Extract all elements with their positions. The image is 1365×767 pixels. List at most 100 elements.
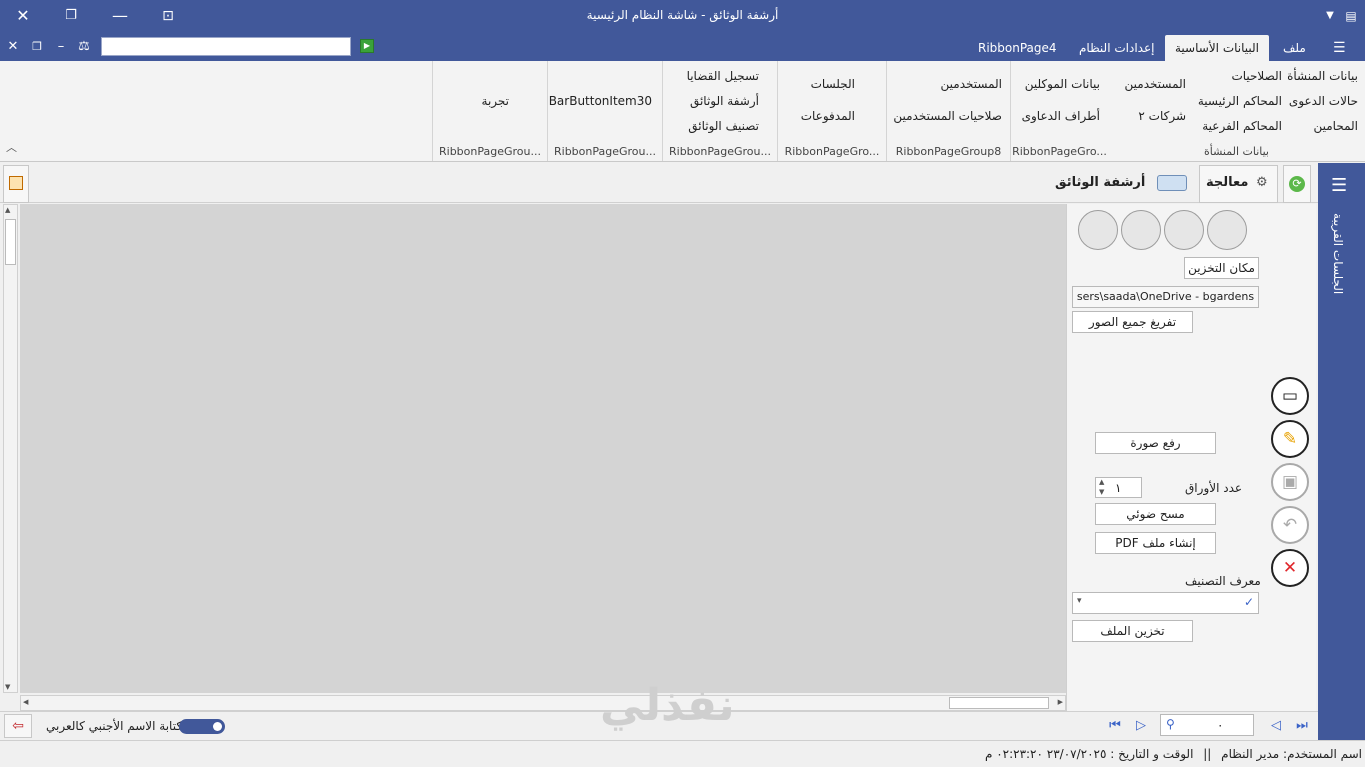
ribbon-item[interactable]: الصلاحيات xyxy=(1231,69,1282,83)
datetime-label: الوقت و التاريخ : xyxy=(1110,747,1194,761)
classification-select[interactable]: ▾ ✓ xyxy=(1072,592,1259,614)
ribbon-item[interactable]: تصنيف الوثائق xyxy=(688,119,759,133)
tab-file[interactable]: ملف xyxy=(1273,35,1316,61)
title-bar: ✕ ❐ — ⊡ أرشفة الوثائق - شاشة النظام الرئ… xyxy=(0,0,1365,32)
tab-archive[interactable]: أرشفة الوثائق xyxy=(1055,175,1145,190)
pages-count-label: عدد الأوراق xyxy=(1185,481,1243,495)
scanner-icon xyxy=(1157,175,1187,191)
separator: || xyxy=(1203,747,1212,761)
ribbon-group-cases: تسجيل القضايا أرشفة الوثائق تصنيف الوثائ… xyxy=(662,61,777,161)
last-page-icon[interactable]: ⏭ xyxy=(1292,716,1312,736)
report-button[interactable] xyxy=(3,165,29,203)
play-icon[interactable]: ▶ xyxy=(360,39,374,53)
clear-images-button[interactable]: تفريغ جميع الصور xyxy=(1072,311,1193,333)
ribbon-item[interactable]: المستخدمين xyxy=(941,77,1002,91)
ribbon-item[interactable]: BarButtonItem30 xyxy=(549,94,652,108)
user-label: اسم المستخدم: xyxy=(1283,747,1362,761)
ribbon-item[interactable]: بيانات المنشأة xyxy=(1287,69,1358,83)
scroll-down-icon[interactable]: ▼ xyxy=(5,683,10,691)
status-bar: اسم المستخدم: مدير النظام || الوقت و الت… xyxy=(0,740,1365,767)
ribbon-group-label: RibbonPageGrou... xyxy=(439,145,541,158)
stepper-down-icon[interactable]: ▼ xyxy=(1099,488,1104,496)
ribbon-group-sessions: الجلسات المدفوعات RibbonPageGro... xyxy=(777,61,886,161)
app-menu-icon[interactable]: ☰ xyxy=(1333,40,1346,56)
ribbon-group-company: بيانات المنشأة حالات الدعوى المحامين الص… xyxy=(1108,61,1365,161)
create-pdf-button[interactable]: إنشاء ملف PDF xyxy=(1095,532,1216,554)
save-file-button[interactable]: تخزين الملف xyxy=(1072,620,1193,642)
refresh-button[interactable]: ⟳ xyxy=(1283,165,1311,203)
sidebar-item-upcoming-sessions[interactable]: الجلسات القريبة xyxy=(1331,213,1345,294)
ribbon-item[interactable]: المحامين xyxy=(1313,119,1358,133)
ribbon-group-label: RibbonPageGro... xyxy=(1012,145,1107,158)
minimize-icon[interactable]: – xyxy=(52,38,70,56)
undo-icon[interactable]: ↶ xyxy=(1271,506,1309,544)
ribbon-group-label: RibbonPageGroup8 xyxy=(895,145,1002,158)
tab-system-settings[interactable]: إعدادات النظام xyxy=(1069,35,1164,61)
ribbon-item[interactable]: بيانات الموكلين xyxy=(1025,77,1100,91)
previous-page-icon[interactable]: ◁ xyxy=(1266,716,1286,736)
horizontal-scrollbar[interactable]: ◀ ▶ xyxy=(20,695,1066,711)
ribbon-item[interactable]: المستخدمين xyxy=(1125,77,1186,91)
close-icon[interactable]: ✕ xyxy=(4,38,22,56)
tab-ribbonpage4[interactable]: RibbonPage4 xyxy=(968,35,1067,61)
status-text: اسم المستخدم: مدير النظام || الوقت و الت… xyxy=(985,747,1362,761)
gears-icon: ⚙ xyxy=(1256,175,1268,190)
storage-path-field[interactable]: sers\saada\OneDrive - bgardens xyxy=(1072,286,1259,308)
scales-icon[interactable]: ⚖ xyxy=(75,38,93,56)
pages-count-stepper[interactable]: ▲ ▼ ١ xyxy=(1095,477,1142,498)
scroll-right-icon[interactable]: ▶ xyxy=(1058,698,1063,706)
scroll-thumb[interactable] xyxy=(5,219,16,265)
user-value: مدير النظام xyxy=(1221,747,1280,761)
ribbon-item[interactable]: تجربة xyxy=(482,94,509,108)
ribbon-item[interactable]: أرشفة الوثائق xyxy=(690,94,759,108)
search-input[interactable] xyxy=(101,37,351,56)
archive-panel: مكان التخزين sers\saada\OneDrive - bgard… xyxy=(1066,204,1316,711)
ribbon-item[interactable]: المدفوعات xyxy=(801,109,855,123)
gimp-icon[interactable] xyxy=(1164,210,1204,250)
ribbon-panel: بيانات المنشأة حالات الدعوى المحامين الص… xyxy=(0,61,1365,162)
gimp-icon[interactable] xyxy=(1078,210,1118,250)
restore-icon[interactable]: ❐ xyxy=(28,38,46,56)
vertical-scrollbar[interactable]: ▲ ▼ xyxy=(3,204,18,693)
scan-button[interactable]: مسح ضوئي xyxy=(1095,503,1216,525)
refresh-icon: ⟳ xyxy=(1289,176,1305,192)
search-icon: ⚲ xyxy=(1166,717,1175,731)
pencil-icon[interactable]: ✎ xyxy=(1271,420,1309,458)
ribbon-item[interactable]: صلاحيات المستخدمين xyxy=(893,109,1002,123)
next-page-icon[interactable]: ▷ xyxy=(1131,716,1151,736)
ribbon-item[interactable]: الجلسات xyxy=(811,77,855,91)
ribbon-item[interactable]: المحاكم الرئيسية xyxy=(1198,94,1282,108)
collapse-ribbon-icon[interactable]: ︿ xyxy=(6,139,17,155)
first-page-icon[interactable]: ⏮ xyxy=(1105,716,1125,736)
ribbon-group-test: تجربة RibbonPageGrou... xyxy=(432,61,547,161)
ribbon-group-label: RibbonPageGro... xyxy=(784,145,880,158)
classification-label: معرف التصنيف xyxy=(1185,574,1261,588)
scanner-icon[interactable]: ▭ xyxy=(1271,377,1309,415)
gimp-icon[interactable] xyxy=(1121,210,1161,250)
scroll-up-icon[interactable]: ▲ xyxy=(5,206,10,214)
ribbon-item[interactable]: حالات الدعوى xyxy=(1289,94,1358,108)
scroll-left-icon[interactable]: ◀ xyxy=(23,698,28,706)
gimp-icon[interactable] xyxy=(1207,210,1247,250)
ribbon-item[interactable]: أطراف الدعاوى xyxy=(1022,109,1100,123)
storage-location-button[interactable]: مكان التخزين xyxy=(1184,257,1259,279)
report-icon xyxy=(9,176,23,190)
datetime-value: ٢٣/٠٧/٢٠٢٥ ٠٢:٢٣:٢٠ م xyxy=(984,747,1107,761)
image-canvas[interactable] xyxy=(20,204,1066,693)
ribbon-item[interactable]: المحاكم الفرعية xyxy=(1202,119,1282,133)
stepper-up-icon[interactable]: ▲ xyxy=(1099,478,1104,486)
ribbon-item[interactable]: شركات ٢ xyxy=(1138,109,1186,123)
hamburger-icon[interactable]: ☰ xyxy=(1331,175,1347,196)
ribbon-item[interactable]: تسجيل القضايا xyxy=(687,69,759,83)
ribbon-group-bar: BarButtonItem30 RibbonPageGrou... xyxy=(547,61,662,161)
cancel-icon[interactable]: ✕ xyxy=(1271,549,1309,587)
arabic-name-toggle[interactable] xyxy=(179,719,225,734)
tab-processing[interactable]: معالجة ⚙ xyxy=(1199,165,1278,203)
page-search-field[interactable]: ⚲ ٠ xyxy=(1160,714,1254,736)
exit-icon[interactable]: ⇦ xyxy=(4,714,32,738)
customize-icon[interactable]: ▤ xyxy=(1336,1,1365,31)
upload-image-button[interactable]: رفع صورة xyxy=(1095,432,1216,454)
scroll-thumb[interactable] xyxy=(949,697,1049,709)
save-icon[interactable]: ▣ xyxy=(1271,463,1309,501)
tab-basic-data[interactable]: البيانات الأساسية xyxy=(1165,35,1269,61)
